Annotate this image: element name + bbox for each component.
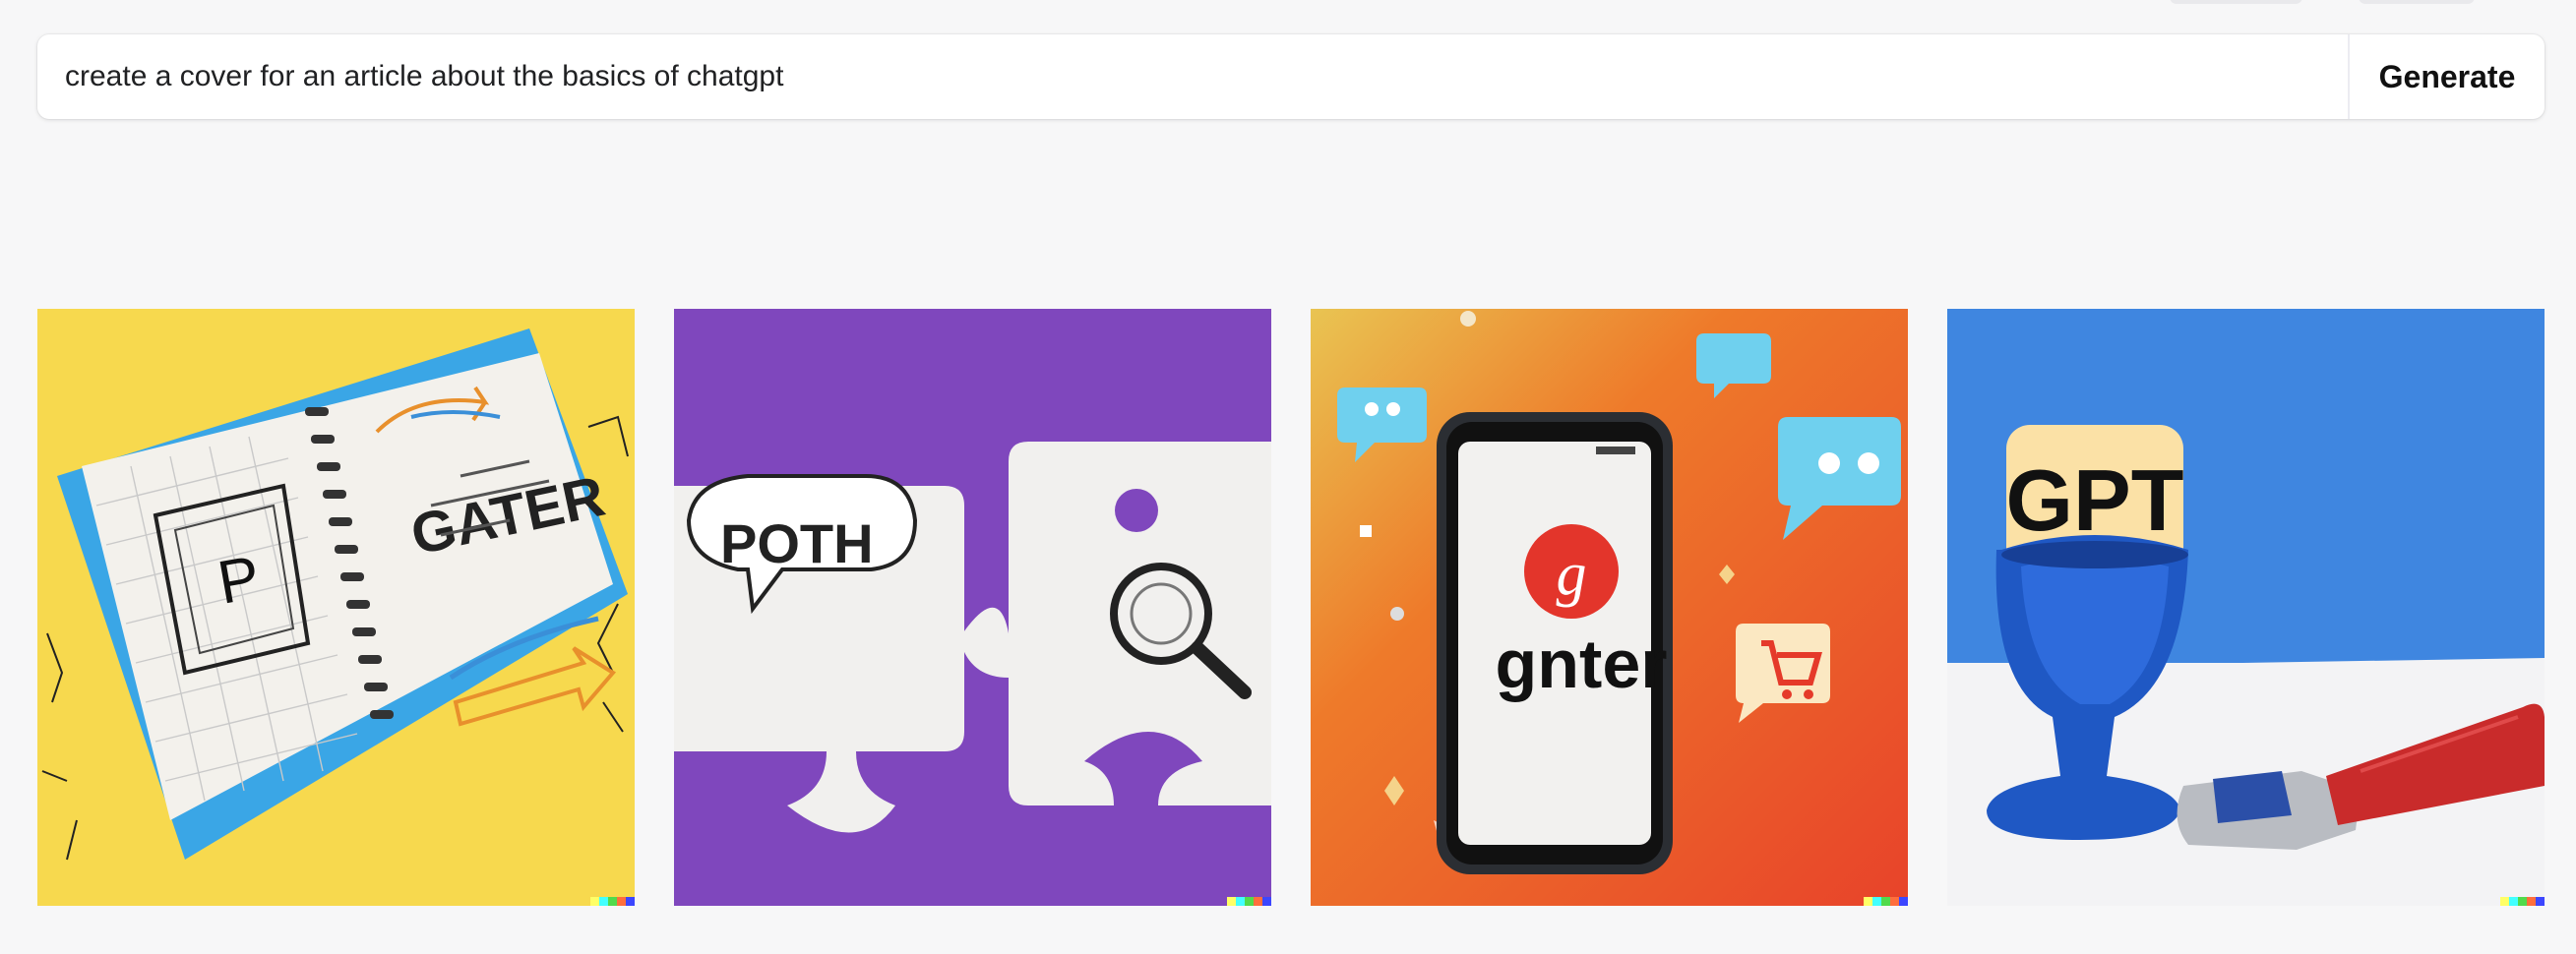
notebook-sketch-illustration: P GATER <box>37 309 635 906</box>
signature-mark <box>590 897 635 906</box>
phone-illustration: g gnter <box>1311 309 1908 906</box>
app-logo-letter: g <box>1557 541 1587 608</box>
top-control-stub[interactable] <box>2170 0 2302 4</box>
puzzle-illustration: POTH <box>674 309 1271 906</box>
generated-image-1[interactable]: P GATER <box>37 309 635 906</box>
gpt-block-text: GPT <box>2006 451 2184 549</box>
prompt-input[interactable] <box>37 34 2348 119</box>
generated-image-3[interactable]: g gnter <box>1311 309 1908 906</box>
app-name: gnter <box>1496 626 1668 702</box>
prompt-bar: Generate <box>37 34 2545 119</box>
top-control-stub[interactable] <box>2359 0 2475 4</box>
signature-mark <box>1864 897 1908 906</box>
generated-image-4[interactable]: GPT <box>1947 309 2545 906</box>
generate-button[interactable]: Generate <box>2350 34 2545 119</box>
egg-cup-illustration: GPT <box>1947 309 2545 906</box>
signature-mark <box>2500 897 2545 906</box>
signature-mark <box>1227 897 1271 906</box>
puzzle-label: POTH <box>720 512 874 574</box>
generated-image-2[interactable]: POTH <box>674 309 1271 906</box>
